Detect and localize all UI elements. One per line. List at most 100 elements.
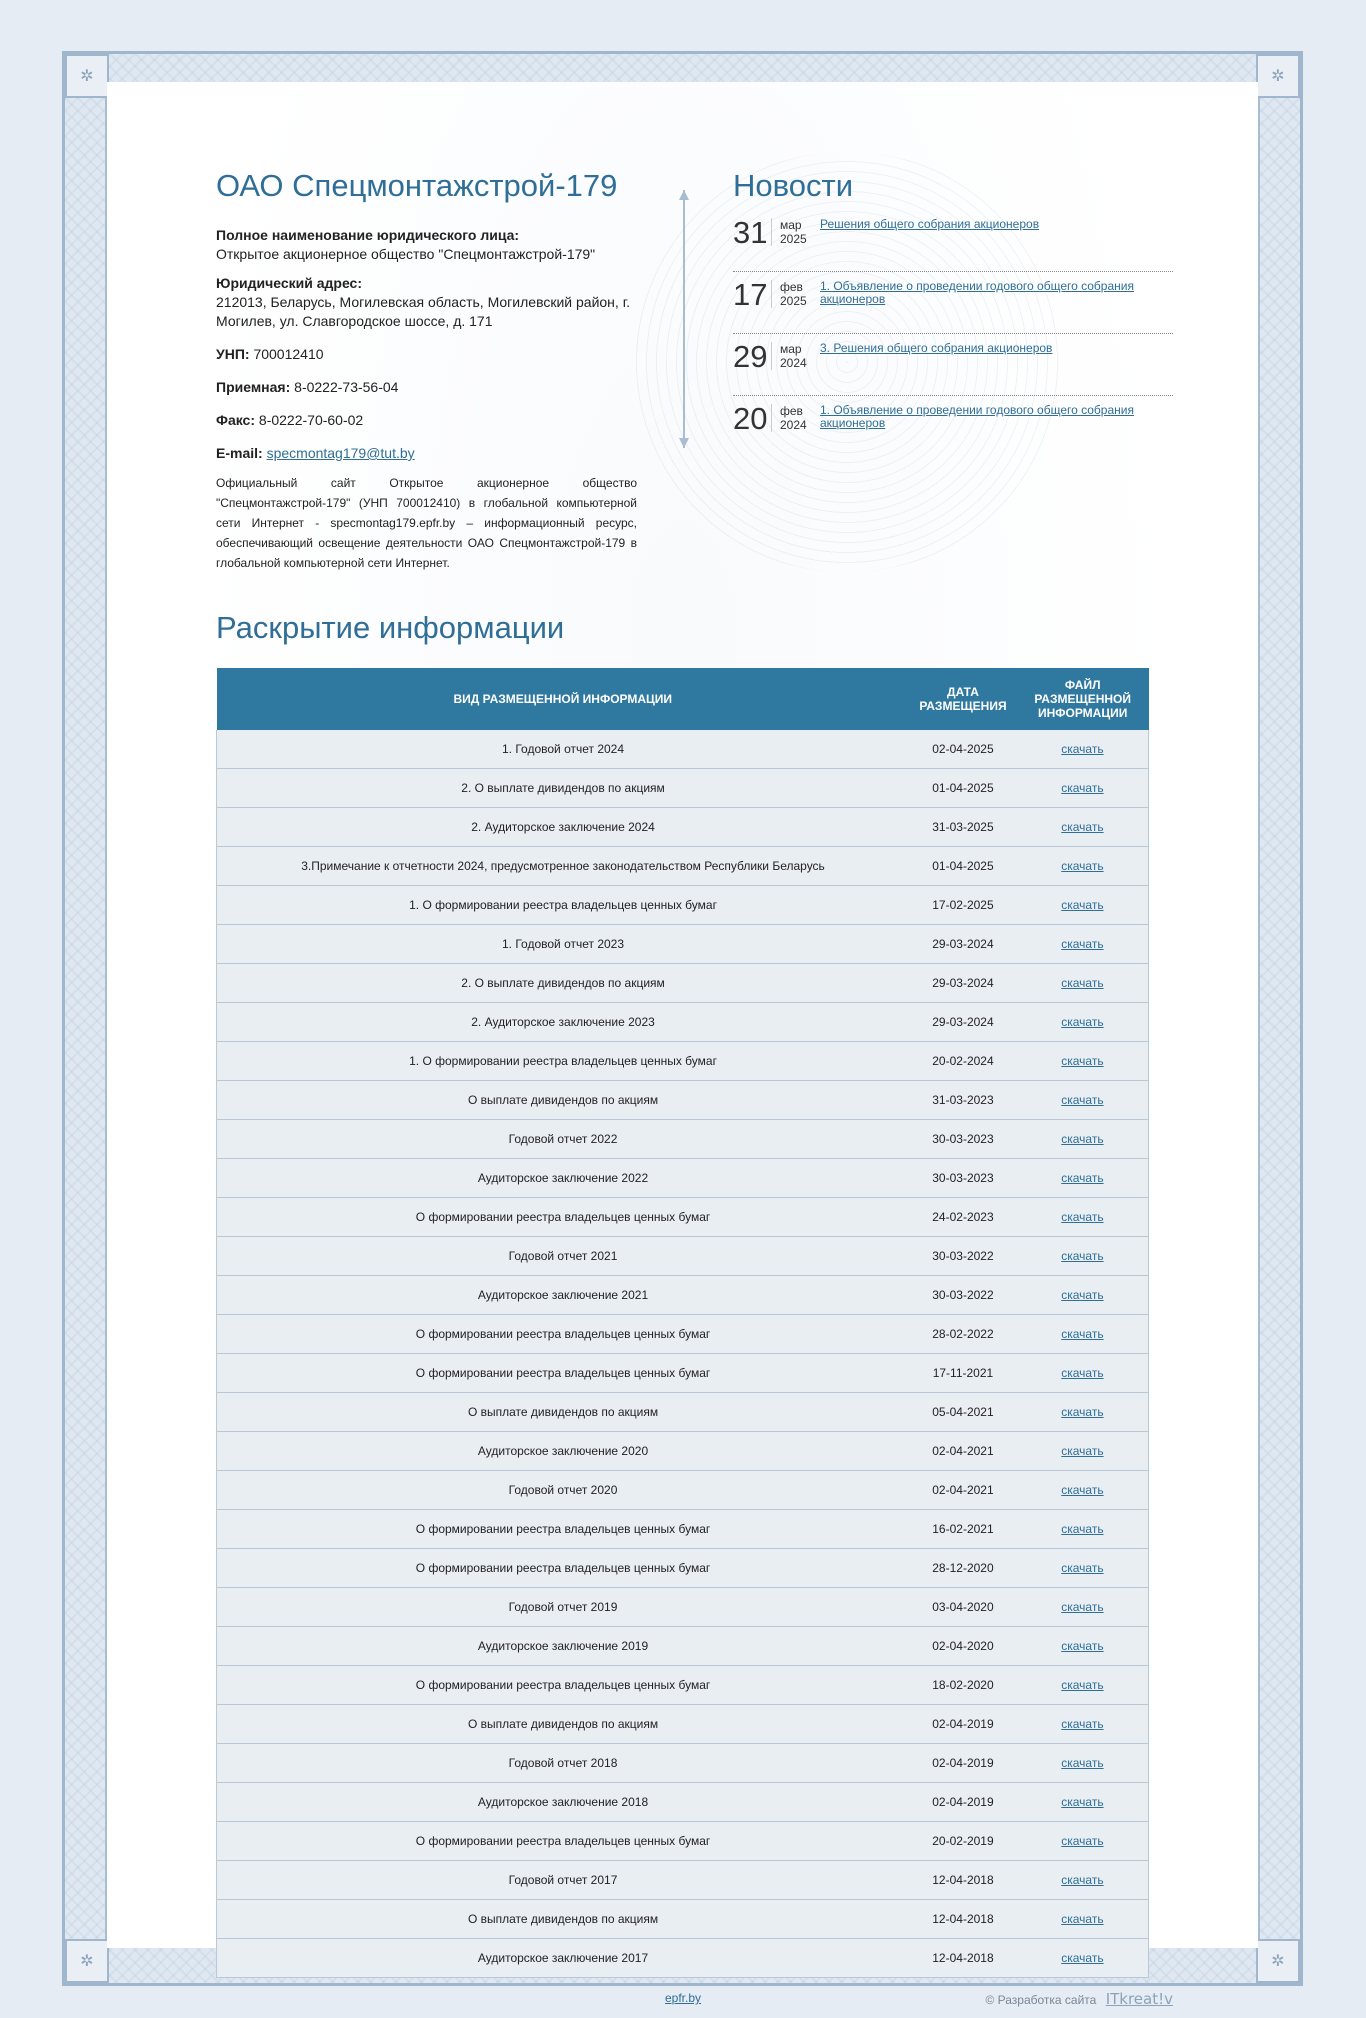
full-name-field: Полное наименование юридического лица: О… [216,226,637,264]
company-title: ОАО Спецмонтажстрой-179 [216,168,618,203]
download-link[interactable]: скачать [1061,1327,1103,1341]
download-link[interactable]: скачать [1061,1093,1103,1107]
news-date: мар 2025 [771,218,820,246]
developer-credit: © Разработка сайта ITkreat!v [985,1990,1173,2008]
download-link[interactable]: скачать [1061,1678,1103,1692]
file-cell: скачать [1016,1158,1149,1198]
download-link[interactable]: скачать [1061,1366,1103,1380]
info-type-cell: 1. Годовой отчет 2023 [216,924,910,964]
news-item: 29 мар 2024 3. Решения общего собрания ак… [733,334,1173,396]
download-link[interactable]: скачать [1061,1444,1103,1458]
table-row: О выплате дивидендов по акциям 05-04-2021… [216,1392,1149,1432]
download-link[interactable]: скачать [1061,1483,1103,1497]
file-cell: скачать [1016,1938,1149,1978]
disclosure-table: Вид размещенной информации Дата размещен… [216,668,1149,1978]
table-row: О выплате дивидендов по акциям 31-03-2023… [216,1080,1149,1120]
date-cell: 05-04-2021 [909,1392,1017,1432]
news-link[interactable]: 3. Решения общего собрания акционеров [820,342,1160,355]
info-type-cell: 2. Аудиторское заключение 2023 [216,1002,910,1042]
download-link[interactable]: скачать [1061,898,1103,912]
corner-ornament-icon: ✲ [1256,1939,1300,1983]
date-cell: 18-02-2020 [909,1665,1017,1705]
site-description: Официальный сайт Открытое акционерное об… [216,476,637,570]
download-link[interactable]: скачать [1061,1912,1103,1926]
download-link[interactable]: скачать [1061,1288,1103,1302]
footer-site-link[interactable]: epfr.by [665,1991,701,2005]
corner-ornament-icon: ✲ [65,54,109,98]
date-cell: 02-04-2019 [909,1743,1017,1783]
news-year: 2024 [780,418,807,432]
download-link[interactable]: скачать [1061,1249,1103,1263]
download-link[interactable]: скачать [1061,1171,1103,1185]
date-cell: 12-04-2018 [909,1899,1017,1939]
date-cell: 01-04-2025 [909,768,1017,808]
disclosure-table-body: 1. Годовой отчет 2024 02-04-2025 скачать 2.… [216,730,1149,1978]
date-cell: 02-04-2019 [909,1782,1017,1822]
file-cell: скачать [1016,807,1149,847]
download-link[interactable]: скачать [1061,1756,1103,1770]
news-month: мар [780,218,802,232]
file-cell: скачать [1016,1860,1149,1900]
file-cell: скачать [1016,1821,1149,1861]
date-cell: 30-03-2022 [909,1236,1017,1276]
news-link[interactable]: 1. Объявление о проведении годового обще… [820,404,1160,430]
address-label: Юридический адрес: [216,275,362,291]
download-link[interactable]: скачать [1061,781,1103,795]
date-cell: 02-04-2019 [909,1704,1017,1744]
date-cell: 12-04-2018 [909,1860,1017,1900]
table-row: Аудиторское заключение 2021 30-03-2022 ска… [216,1275,1149,1315]
date-cell: 30-03-2023 [909,1158,1017,1198]
download-link[interactable]: скачать [1061,937,1103,951]
info-type-cell: 2. Аудиторское заключение 2024 [216,807,910,847]
news-link[interactable]: Решения общего собрания акционеров [820,218,1160,231]
table-header-row: Вид размещенной информации Дата размещен… [216,668,1149,730]
download-link[interactable]: скачать [1061,1639,1103,1653]
file-cell: скачать [1016,1782,1149,1822]
table-row: Аудиторское заключение 2022 30-03-2023 ска… [216,1158,1149,1198]
info-type-cell: Аудиторское заключение 2017 [216,1938,910,1978]
info-type-cell: Годовой отчет 2021 [216,1236,910,1276]
news-link[interactable]: 1. Объявление о проведении годового обще… [820,280,1160,306]
download-link[interactable]: скачать [1061,859,1103,873]
file-cell: скачать [1016,846,1149,886]
info-type-cell: Аудиторское заключение 2021 [216,1275,910,1315]
download-link[interactable]: скачать [1061,1210,1103,1224]
download-link[interactable]: скачать [1061,1717,1103,1731]
table-row: 1. Годовой отчет 2024 02-04-2025 скачать [216,730,1149,769]
address-value: 212013, Беларусь, Могилевская область, М… [216,294,630,329]
download-link[interactable]: скачать [1061,1600,1103,1614]
download-link[interactable]: скачать [1061,1795,1103,1809]
full-name-label: Полное наименование юридического лица: [216,227,520,243]
table-row: Годовой отчет 2022 30-03-2023 скачать [216,1119,1149,1159]
download-link[interactable]: скачать [1061,1522,1103,1536]
download-link[interactable]: скачать [1061,1054,1103,1068]
download-link[interactable]: скачать [1061,1561,1103,1575]
download-link[interactable]: скачать [1061,1834,1103,1848]
download-link[interactable]: скачать [1061,742,1103,756]
content-sheet: ОАО Спецмонтажстрой-179 Полное наименова… [107,82,1258,1978]
download-link[interactable]: скачать [1061,1873,1103,1887]
info-type-cell: О формировании реестра владельцев ценных… [216,1353,910,1393]
fax-field: Факс: 8-0222-70-60-02 [216,411,637,430]
company-info: ОАО Спецмонтажстрой-179 Полное наименова… [216,168,637,573]
download-link[interactable]: скачать [1061,1015,1103,1029]
date-cell: 28-02-2022 [909,1314,1017,1354]
info-type-cell: О формировании реестра владельцев ценных… [216,1665,910,1705]
date-cell: 28-12-2020 [909,1548,1017,1588]
developer-brand-link[interactable]: ITkreat!v [1106,1990,1173,2008]
full-name-value: Открытое акционерное общество "Спецмонта… [216,246,596,262]
news-item: 31 мар 2025 Решения общего собрания акцио… [733,217,1173,272]
download-link[interactable]: скачать [1061,1132,1103,1146]
download-link[interactable]: скачать [1061,1951,1103,1965]
date-cell: 29-03-2024 [909,963,1017,1003]
file-cell: скачать [1016,885,1149,925]
download-link[interactable]: скачать [1061,976,1103,990]
download-link[interactable]: скачать [1061,1405,1103,1419]
email-link[interactable]: specmontag179@tut.by [267,445,415,461]
download-link[interactable]: скачать [1061,820,1103,834]
date-cell: 30-03-2023 [909,1119,1017,1159]
table-row: Годовой отчет 2019 03-04-2020 скачать [216,1587,1149,1627]
date-cell: 29-03-2024 [909,924,1017,964]
column-header-date: Дата размещения [909,668,1017,730]
file-cell: скачать [1016,1626,1149,1666]
